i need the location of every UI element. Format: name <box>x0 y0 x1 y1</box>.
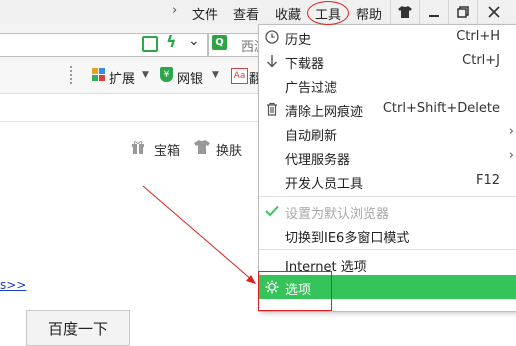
menu-item-label: 开发人员工具 <box>285 177 364 192</box>
extensions-button[interactable]: 扩展 <box>109 68 135 87</box>
menu-help[interactable]: 帮助 <box>356 4 382 23</box>
restore-icon <box>457 6 469 18</box>
close-button[interactable] <box>477 0 510 24</box>
close-icon <box>488 6 500 18</box>
menu-item-label: 切换到IE6多窗口模式 <box>285 231 410 246</box>
trash-icon <box>265 101 279 117</box>
chevron-right-icon[interactable]: › <box>172 3 177 18</box>
shirt-icon <box>194 140 210 154</box>
menu-item-history[interactable]: 历史 Ctrl+H <box>259 25 516 49</box>
treasure-link[interactable]: 宝箱 <box>154 140 180 159</box>
tools-dropdown-menu: 历史 Ctrl+H 下载器 Ctrl+J 广告过滤 清除上网痕迹 Ctrl+Sh… <box>258 24 516 312</box>
extensions-dropdown-arrow[interactable]: ▼ <box>142 70 149 80</box>
bank-dropdown-arrow[interactable]: ▼ <box>212 70 219 80</box>
more-link[interactable]: s>> <box>0 278 26 292</box>
annotation-circle <box>307 1 349 25</box>
skin-button[interactable] <box>390 0 419 24</box>
shirt-icon <box>398 6 412 18</box>
menu-item-proxy[interactable]: 代理服务器 › <box>259 145 516 169</box>
change-skin-link[interactable]: 换肤 <box>216 140 242 159</box>
menu-item-label: 广告过滤 <box>285 81 338 96</box>
menu-item-label: 代理服务器 <box>285 153 351 168</box>
translate-icon[interactable]: Aa <box>231 68 248 84</box>
menu-item-set-default: 设置为默认浏览器 <box>259 199 516 223</box>
menu-favorites[interactable]: 收藏 <box>275 4 301 23</box>
menu-item-ad-filter[interactable]: 广告过滤 <box>259 73 516 97</box>
lightning-icon[interactable]: ϟ <box>166 32 177 51</box>
menu-separator <box>259 249 516 250</box>
menu-item-downloads[interactable]: 下载器 Ctrl+J <box>259 49 516 73</box>
address-input[interactable] <box>0 33 208 57</box>
annotation-box <box>258 271 332 311</box>
menu-item-shortcut: Ctrl+Shift+Delete <box>382 101 500 116</box>
menu-item-label: 下载器 <box>285 57 325 72</box>
submenu-arrow-icon: › <box>508 124 514 139</box>
submenu-arrow-icon: › <box>508 148 514 163</box>
page-divider <box>0 121 260 122</box>
menu-item-dev-tools[interactable]: 开发人员工具 F12 <box>259 169 516 193</box>
restore-button[interactable] <box>448 0 477 24</box>
toolbar-grip[interactable] <box>70 66 74 84</box>
bank-button[interactable]: 网银 <box>177 68 203 87</box>
menu-separator <box>259 196 516 197</box>
bank-icon[interactable]: ¥ <box>160 67 173 82</box>
share-icon[interactable] <box>142 36 158 52</box>
menu-file[interactable]: 文件 <box>192 4 218 23</box>
minimize-button[interactable] <box>419 0 448 24</box>
menu-item-shortcut: F12 <box>475 173 500 188</box>
menu-item-label: 清除上网痕迹 <box>285 105 364 120</box>
checkmark-icon <box>265 203 279 219</box>
menu-item-label: 设置为默认浏览器 <box>285 207 390 222</box>
menu-item-label: 自动刷新 <box>285 129 338 144</box>
gift-icon <box>132 141 144 154</box>
clock-icon <box>265 29 279 45</box>
menu-item-auto-refresh[interactable]: 自动刷新 › <box>259 121 516 145</box>
minimize-icon <box>429 15 439 17</box>
menu-item-ie6-mode[interactable]: 切换到IE6多窗口模式 <box>259 223 516 247</box>
baidu-search-button[interactable]: 百度一下 <box>26 310 130 346</box>
search-engine-icon[interactable]: Q <box>212 35 227 50</box>
chevron-down-icon[interactable]: ⌄ <box>188 33 200 49</box>
extensions-icon[interactable] <box>92 68 106 82</box>
download-arrow-icon <box>265 53 279 69</box>
menu-item-clear-traces[interactable]: 清除上网痕迹 Ctrl+Shift+Delete <box>259 97 516 121</box>
menu-view[interactable]: 查看 <box>233 4 259 23</box>
menu-item-shortcut: Ctrl+J <box>462 53 500 68</box>
menu-item-label: 历史 <box>285 33 312 48</box>
menu-item-shortcut: Ctrl+H <box>456 29 500 44</box>
